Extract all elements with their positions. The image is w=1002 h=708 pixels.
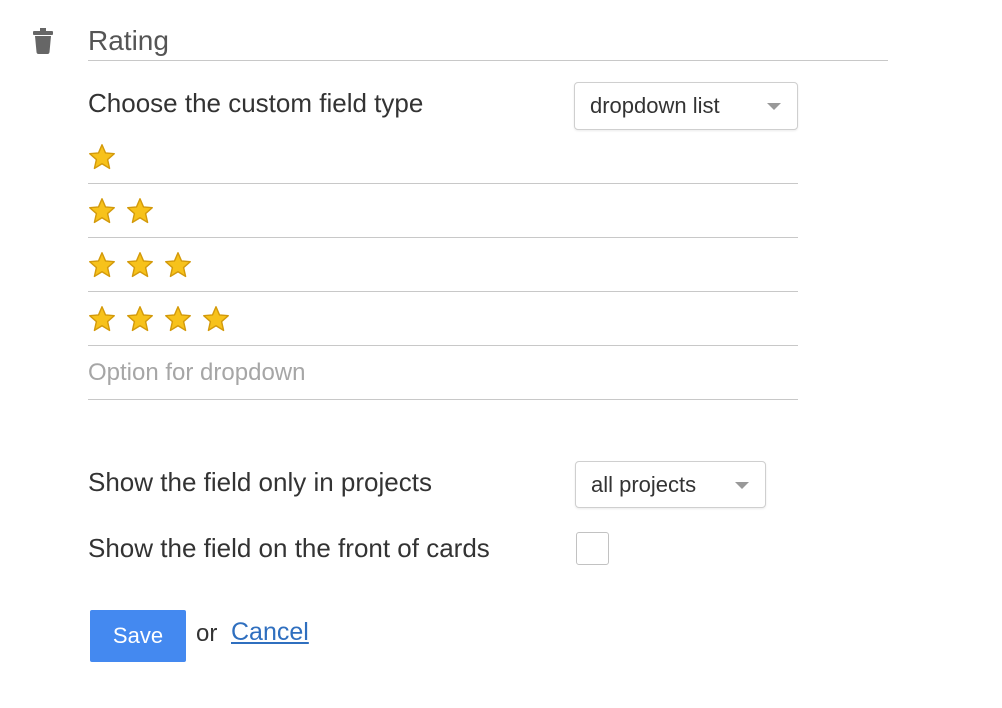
- caret-down-icon: [767, 103, 781, 110]
- field-name-input[interactable]: [88, 22, 888, 61]
- front-of-cards-checkbox[interactable]: [576, 532, 609, 565]
- dropdown-option-row[interactable]: [88, 131, 798, 184]
- star-icon: [88, 251, 116, 279]
- option-stars: [88, 305, 230, 333]
- option-stars: [88, 251, 192, 279]
- caret-down-icon: [735, 481, 749, 489]
- star-icon: [126, 197, 154, 225]
- dropdown-option-row[interactable]: [88, 239, 798, 292]
- front-of-cards-label: Show the field on the front of cards: [88, 533, 490, 563]
- dropdown-option-row[interactable]: [88, 293, 798, 346]
- star-icon: [164, 251, 192, 279]
- or-text: or: [196, 620, 218, 647]
- field-type-select[interactable]: dropdown list: [574, 82, 798, 130]
- star-icon: [164, 305, 192, 333]
- field-type-label: Choose the custom field type: [88, 88, 424, 118]
- cancel-link[interactable]: Cancel: [231, 618, 309, 647]
- star-icon: [88, 197, 116, 225]
- save-button[interactable]: Save: [90, 610, 186, 662]
- new-option-row: [88, 347, 798, 400]
- trash-icon[interactable]: [33, 28, 53, 54]
- star-icon: [88, 143, 116, 171]
- star-icon: [126, 251, 154, 279]
- star-icon: [202, 305, 230, 333]
- option-stars: [88, 197, 154, 225]
- projects-select[interactable]: all projects: [575, 461, 766, 508]
- field-type-value: dropdown list: [590, 93, 720, 118]
- projects-value: all projects: [591, 471, 697, 497]
- new-option-input[interactable]: [88, 359, 798, 387]
- star-icon: [88, 305, 116, 333]
- star-icon: [126, 305, 154, 333]
- dropdown-option-row[interactable]: [88, 185, 798, 238]
- option-stars: [88, 143, 116, 171]
- projects-label: Show the field only in projects: [88, 467, 432, 497]
